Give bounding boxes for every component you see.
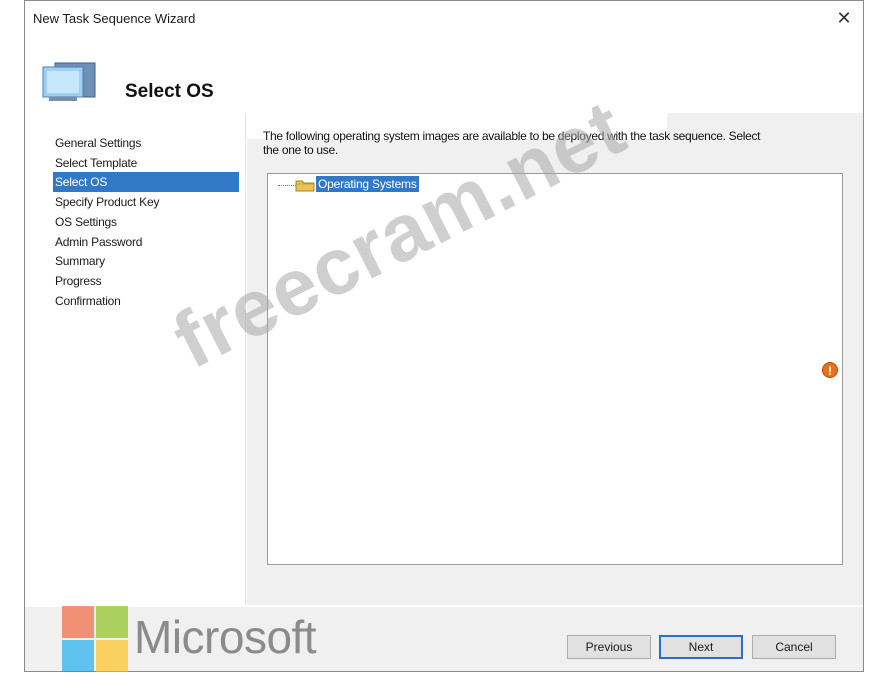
page-title: Select OS xyxy=(125,81,214,102)
nav-item-summary[interactable]: Summary xyxy=(53,251,239,271)
microsoft-logo: Microsoft xyxy=(62,606,362,674)
nav-item-general-settings[interactable]: General Settings xyxy=(53,133,239,153)
logo-square-yellow xyxy=(96,640,128,672)
nav-item-os-settings[interactable]: OS Settings xyxy=(53,212,239,232)
wizard-dialog: New Task Sequence Wizard ✕ Select OS Gen… xyxy=(24,0,864,672)
previous-button[interactable]: Previous xyxy=(567,635,651,659)
nav-item-select-os[interactable]: Select OS xyxy=(53,172,239,192)
logo-square-green xyxy=(96,606,128,638)
folder-icon xyxy=(295,180,315,192)
nav-item-admin-password[interactable]: Admin Password xyxy=(53,232,239,252)
tree-connector xyxy=(278,185,296,186)
microsoft-logo-squares xyxy=(62,606,128,672)
window-title: New Task Sequence Wizard xyxy=(33,11,196,26)
cancel-button[interactable]: Cancel xyxy=(752,635,836,659)
microsoft-logo-text: Microsoft xyxy=(134,611,317,663)
computer-icon xyxy=(42,62,96,101)
description-line-2: the one to use. xyxy=(263,143,338,157)
wizard-header: Select OS xyxy=(25,41,863,111)
error-icon: ! xyxy=(822,362,838,378)
nav-item-select-template[interactable]: Select Template xyxy=(53,153,239,173)
logo-square-red xyxy=(62,606,94,638)
nav-item-specify-product-key[interactable]: Specify Product Key xyxy=(53,192,239,212)
logo-square-blue xyxy=(62,640,94,672)
next-button[interactable]: Next xyxy=(659,635,743,659)
close-button[interactable]: ✕ xyxy=(833,7,855,29)
